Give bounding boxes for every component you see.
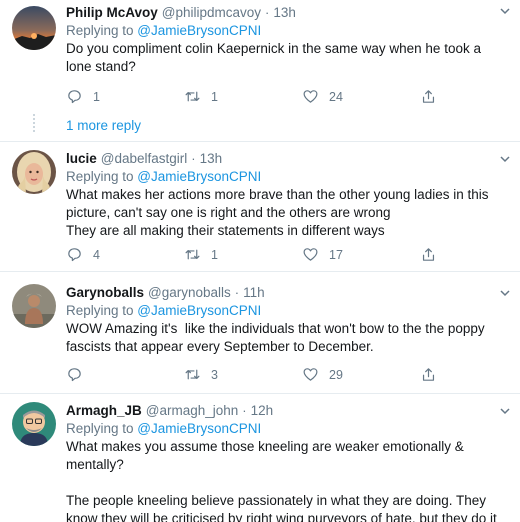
avatar-armagh[interactable] bbox=[12, 402, 56, 446]
tweet-philip[interactable]: Philip McAvoy @philipdmcavoy · 13h Reply… bbox=[0, 0, 520, 140]
user-handle[interactable]: @philipdmcavoy bbox=[162, 4, 261, 22]
avatar-garynoballs[interactable] bbox=[12, 284, 56, 328]
retweet-button[interactable]: 3 bbox=[184, 366, 302, 383]
mention-link[interactable]: @JamieBrysonCPNI bbox=[137, 303, 261, 318]
share-icon bbox=[422, 248, 435, 261]
reply-button[interactable]: 4 bbox=[66, 246, 184, 263]
user-handle[interactable]: @garynoballs bbox=[148, 284, 231, 302]
chevron-down-icon[interactable] bbox=[498, 4, 512, 18]
share-button[interactable] bbox=[420, 88, 450, 105]
tweet-lucie[interactable]: lucie @dabelfastgirl · 13h Replying to @… bbox=[0, 142, 520, 266]
tweet-body: What makes her actions more brave than t… bbox=[66, 187, 489, 238]
replying-to: Replying to @JamieBrysonCPNI bbox=[66, 420, 512, 438]
time-separator: · bbox=[242, 403, 247, 418]
tweet-text: Do you compliment colin Kaepernick in th… bbox=[66, 40, 506, 76]
display-name[interactable]: Garynoballs bbox=[66, 284, 144, 302]
avatar-philip[interactable] bbox=[12, 6, 56, 50]
replying-to-prefix: Replying to bbox=[66, 169, 138, 184]
reply-icon bbox=[68, 90, 81, 104]
tweet-body: What makes you assume those kneeling are… bbox=[66, 439, 497, 522]
mention-link[interactable]: @JamieBrysonCPNI bbox=[137, 421, 261, 436]
reply-icon bbox=[68, 368, 81, 382]
avatar-lucie[interactable] bbox=[12, 150, 56, 194]
display-name[interactable]: Armagh_JB bbox=[66, 402, 142, 420]
tweet-garynoballs[interactable]: Garynoballs @garynoballs · 11h Replying … bbox=[0, 272, 520, 388]
tweet-armagh[interactable]: Armagh_JB @armagh_john · 12h Replying to… bbox=[0, 394, 520, 522]
reply-count: 4 bbox=[93, 247, 100, 262]
like-count: 24 bbox=[329, 89, 343, 104]
reply-count: 1 bbox=[93, 89, 100, 104]
retweet-icon bbox=[185, 249, 200, 260]
timestamp[interactable]: 13h bbox=[273, 4, 296, 22]
replying-to-prefix: Replying to bbox=[66, 23, 138, 38]
tweet-text: What makes you assume those kneeling are… bbox=[66, 438, 518, 522]
timestamp[interactable]: 11h bbox=[243, 284, 265, 302]
share-icon bbox=[422, 368, 435, 381]
heart-icon bbox=[303, 368, 318, 381]
replying-to: Replying to @JamieBrysonCPNI bbox=[66, 302, 512, 320]
thread-connector bbox=[33, 114, 35, 132]
tweet-actions: 4 1 17 bbox=[66, 246, 466, 263]
time-separator: · bbox=[191, 151, 196, 166]
retweet-button[interactable]: 1 bbox=[184, 246, 302, 263]
reply-icon bbox=[68, 248, 81, 262]
tweet-text: What makes her actions more brave than t… bbox=[66, 186, 506, 240]
tweet-actions: 3 29 bbox=[66, 366, 466, 383]
reply-button[interactable] bbox=[66, 366, 184, 383]
retweet-button[interactable]: 1 bbox=[184, 88, 302, 105]
retweet-count: 3 bbox=[211, 367, 218, 382]
user-handle[interactable]: @armagh_john bbox=[146, 402, 239, 420]
like-count: 17 bbox=[329, 247, 343, 262]
heart-icon bbox=[303, 248, 318, 261]
tweet-body: Do you compliment colin Kaepernick in th… bbox=[66, 41, 485, 74]
time-separator: · bbox=[234, 285, 240, 300]
time-separator: · bbox=[265, 5, 270, 20]
like-count: 29 bbox=[329, 367, 343, 382]
chevron-down-icon[interactable] bbox=[498, 286, 512, 300]
chevron-down-icon[interactable] bbox=[498, 404, 512, 418]
timestamp[interactable]: 12h bbox=[251, 402, 274, 420]
tweet-text: WOW Amazing it's like the individuals th… bbox=[66, 320, 506, 356]
mention-link[interactable]: @JamieBrysonCPNI bbox=[137, 23, 261, 38]
heart-icon bbox=[303, 90, 318, 103]
like-button[interactable]: 17 bbox=[302, 246, 420, 263]
retweet-count: 1 bbox=[211, 247, 218, 262]
like-button[interactable]: 24 bbox=[302, 88, 420, 105]
tweet-body: WOW Amazing it's like the individuals th… bbox=[66, 321, 489, 354]
reply-button[interactable]: 1 bbox=[66, 88, 184, 105]
retweet-count: 1 bbox=[211, 89, 218, 104]
chevron-down-icon[interactable] bbox=[498, 152, 512, 166]
retweet-icon bbox=[185, 91, 200, 102]
mention-link[interactable]: @JamieBrysonCPNI bbox=[137, 169, 261, 184]
like-button[interactable]: 29 bbox=[302, 366, 420, 383]
replying-to-prefix: Replying to bbox=[66, 421, 138, 436]
retweet-icon bbox=[185, 369, 200, 380]
replying-to: Replying to @JamieBrysonCPNI bbox=[66, 22, 512, 40]
display-name[interactable]: Philip McAvoy bbox=[66, 4, 158, 22]
display-name[interactable]: lucie bbox=[66, 150, 97, 168]
replying-to: Replying to @JamieBrysonCPNI bbox=[66, 168, 512, 186]
user-handle[interactable]: @dabelfastgirl bbox=[101, 150, 188, 168]
share-icon bbox=[422, 90, 435, 103]
share-button[interactable] bbox=[420, 246, 450, 263]
timestamp[interactable]: 13h bbox=[200, 150, 223, 168]
tweet-actions: 1 1 24 bbox=[66, 88, 466, 105]
more-replies-link[interactable]: 1 more reply bbox=[66, 118, 141, 133]
share-button[interactable] bbox=[420, 366, 450, 383]
replying-to-prefix: Replying to bbox=[66, 303, 138, 318]
